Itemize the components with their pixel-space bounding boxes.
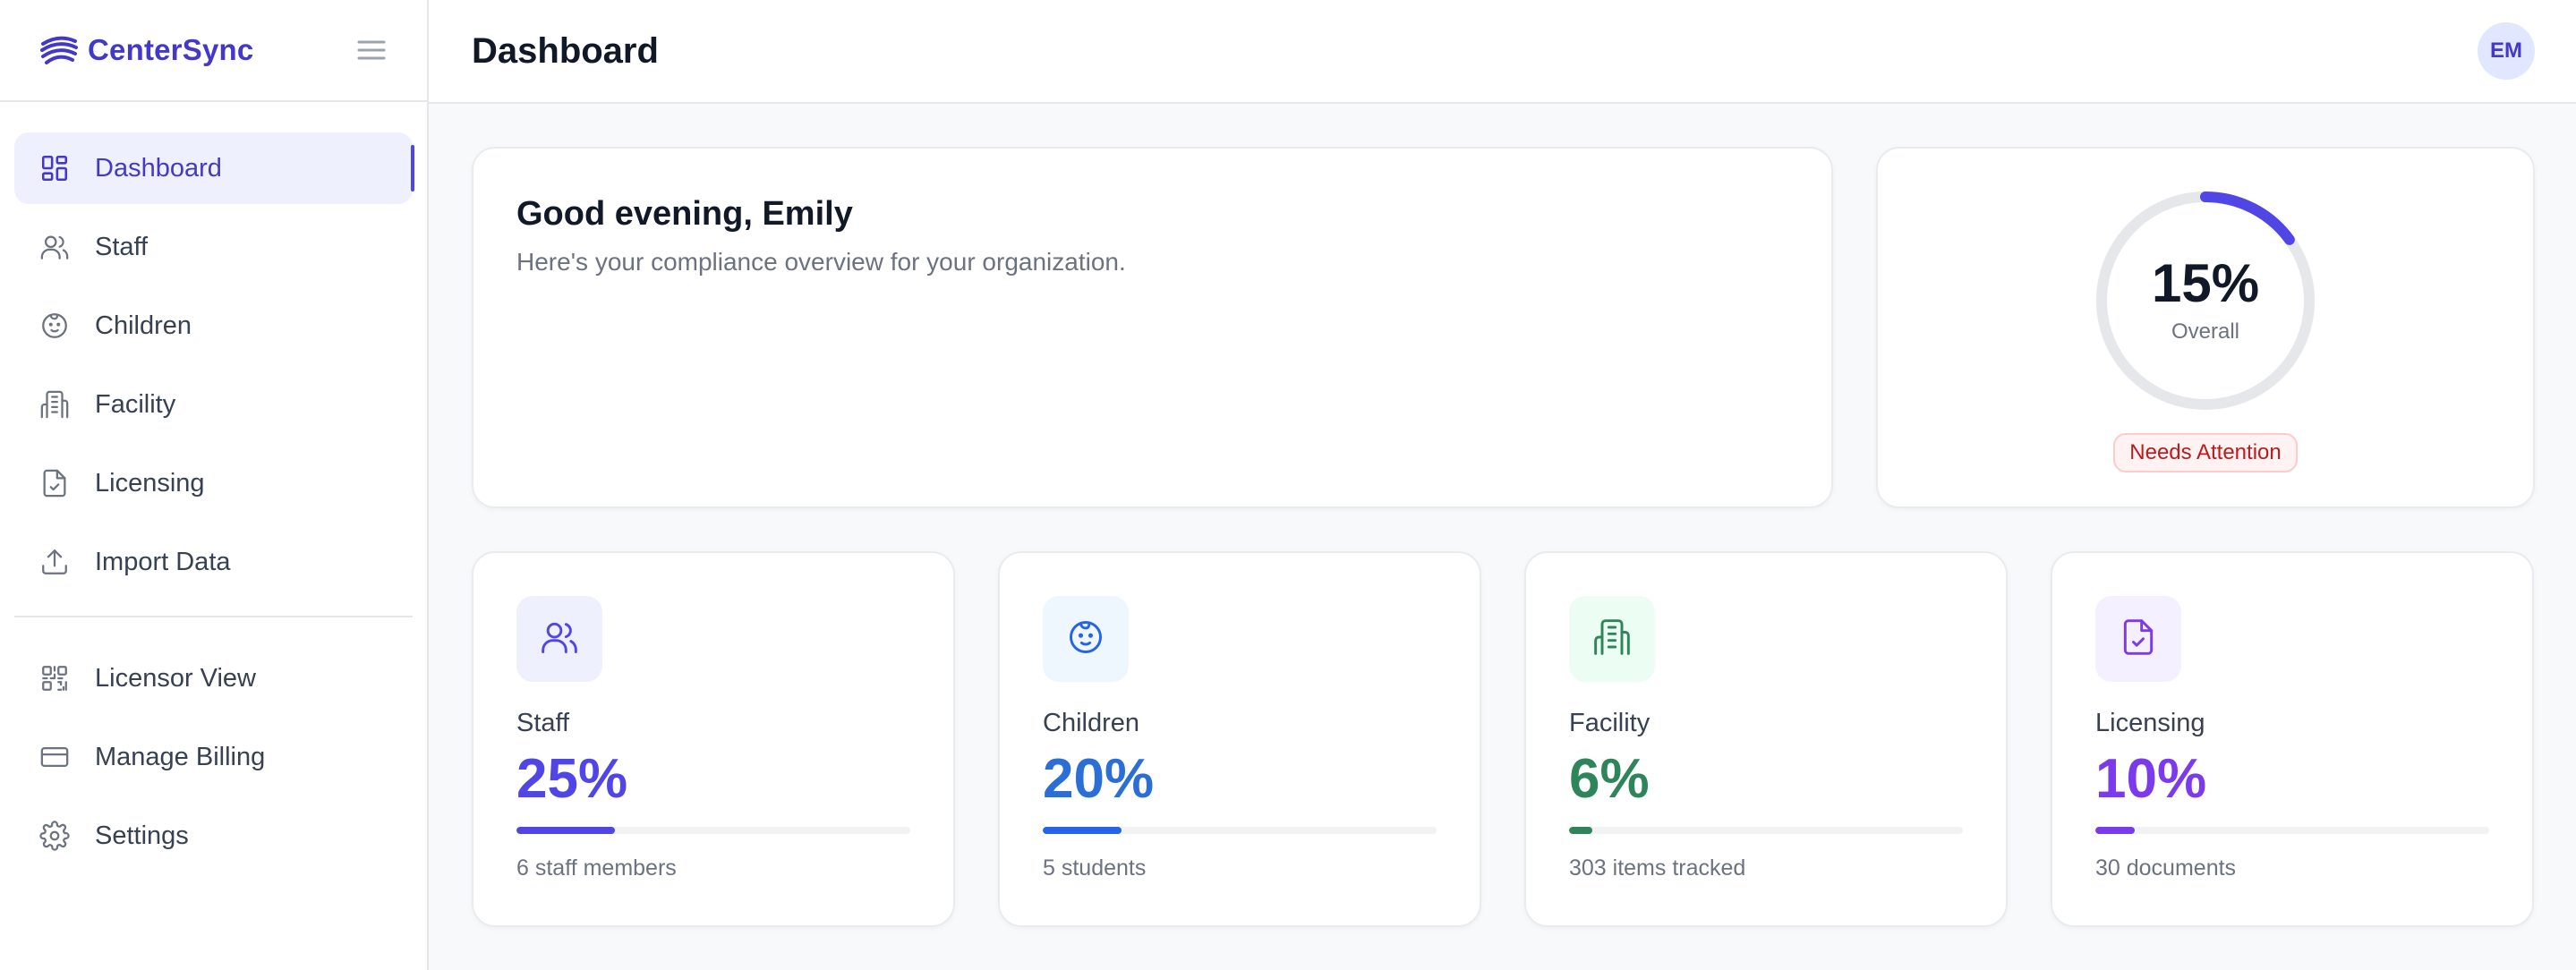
greeting-heading: Good evening, Emily [516,195,853,233]
sidebar-item-label: Licensor View [95,663,257,693]
sidebar: CenterSync Dashboard Staff Children Faci… [0,0,429,970]
sidebar-item-label: Staff [95,232,149,261]
stat-progress-track [2095,827,2489,835]
stat-subtext: 5 students [1043,855,1147,881]
stat-card-children[interactable]: Children 20% 5 students [998,551,1481,927]
app-shell: CenterSync Dashboard Staff Children Faci… [0,0,2576,970]
users-icon [38,230,72,264]
overall-percent: 15% [2151,253,2260,313]
stat-subtext: 6 staff members [516,855,677,881]
sidebar-item-licensing[interactable]: Licensing [14,447,413,519]
stat-icon-box [1043,596,1129,682]
stat-progress-fill [2095,827,2135,835]
sidebar-divider [14,616,413,617]
sidebar-nav: Dashboard Staff Children Facility Licens… [0,102,427,872]
users-icon [540,617,579,661]
page-title: Dashboard [472,30,659,71]
greeting-subtitle: Here's your compliance overview for your… [516,248,1126,276]
stat-name: Staff [516,709,570,737]
gear-icon [38,819,72,853]
sidebar-item-staff[interactable]: Staff [14,211,413,283]
sidebar-item-label: Import Data [95,547,231,576]
stat-value: 20% [1043,748,1155,810]
building-icon [1592,617,1632,661]
baby-face-icon [1066,617,1105,661]
dashboard-content: Good evening, Emily Here's your complian… [429,104,2576,927]
brand[interactable]: CenterSync [39,30,253,70]
stat-name: Children [1043,709,1139,737]
stat-progress-track [1043,827,1437,835]
summary-row: Good evening, Emily Here's your complian… [472,147,2535,508]
building-icon [38,387,72,421]
stat-card-facility[interactable]: Facility 6% 303 items tracked [1524,551,2008,927]
sidebar-item-label: Settings [95,821,189,850]
stat-icon-box [2095,596,2181,682]
top-bar: Dashboard EM [429,0,2576,104]
credit-card-icon [38,740,72,774]
sidebar-item-label: Manage Billing [95,742,266,771]
upload-icon [38,545,72,579]
sidebar-item-settings[interactable]: Settings [14,800,413,872]
stat-progress-track [1569,827,1963,835]
sidebar-item-label: Licensing [95,468,205,498]
user-avatar[interactable]: EM [2478,22,2535,80]
stat-name: Facility [1569,709,1651,737]
brand-bar: CenterSync [0,0,427,102]
stat-progress-fill [516,827,615,835]
stat-value: 10% [2095,748,2207,810]
overall-label: Overall [2171,319,2240,344]
ring-center: 15% Overall [2096,191,2315,410]
stat-subtext: 303 items tracked [1569,855,1746,881]
main-area: Dashboard EM Good evening, Emily Here's … [429,0,2576,970]
status-badge: Needs Attention [2113,433,2298,472]
stat-value: 25% [516,748,628,810]
sidebar-item-children[interactable]: Children [14,290,413,362]
stat-subtext: 30 documents [2095,855,2237,881]
sidebar-item-manage-billing[interactable]: Manage Billing [14,721,413,793]
baby-face-icon [38,309,72,343]
sidebar-item-label: Dashboard [95,153,222,183]
category-stats-row: Staff 25% 6 staff members Children 20% 5… [472,551,2535,927]
centersync-logo-icon [39,30,79,70]
sidebar-item-label: Children [95,311,192,340]
brand-name: CenterSync [88,33,254,66]
stat-progress-track [516,827,910,835]
stat-icon-box [516,596,602,682]
stat-card-licensing[interactable]: Licensing 10% 30 documents [2051,551,2534,927]
sidebar-item-label: Facility [95,389,176,419]
stat-card-staff[interactable]: Staff 25% 6 staff members [472,551,955,927]
stat-progress-fill [1043,827,1122,835]
dashboard-grid-icon [38,151,72,185]
stat-icon-box [1569,596,1655,682]
sidebar-item-dashboard[interactable]: Dashboard [14,132,414,204]
menu-toggle-icon[interactable] [355,34,388,66]
sidebar-item-import-data[interactable]: Import Data [14,526,413,598]
file-check-icon [2119,617,2158,661]
overall-progress-ring: 15% Overall [2096,191,2315,410]
overall-compliance-card: 15% Overall Needs Attention [1876,147,2535,508]
stat-value: 6% [1569,748,1650,810]
welcome-card: Good evening, Emily Here's your complian… [472,147,1833,508]
stat-name: Licensing [2095,709,2205,737]
qr-code-icon [38,661,72,695]
sidebar-item-licensor-view[interactable]: Licensor View [14,642,413,714]
stat-progress-fill [1569,827,1593,835]
file-check-icon [38,466,72,500]
sidebar-item-facility[interactable]: Facility [14,369,413,440]
